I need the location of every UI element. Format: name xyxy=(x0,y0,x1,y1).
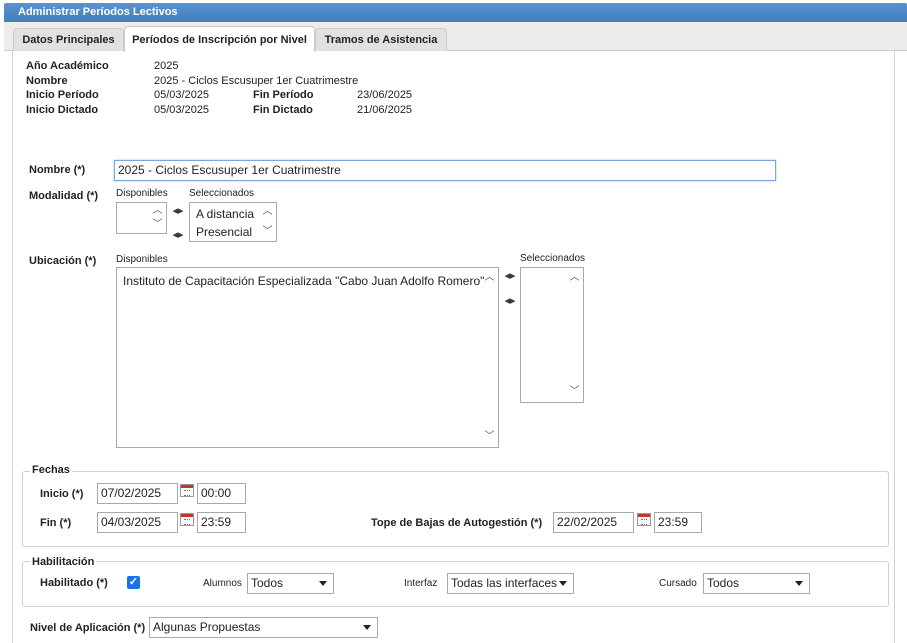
modalidad-disponibles-list[interactable]: ︿ ﹀ xyxy=(116,202,167,234)
scroll-up-icon[interactable]: ︿ xyxy=(149,204,166,218)
chevron-down-icon xyxy=(795,581,803,586)
cursado-select[interactable]: Todos xyxy=(703,573,810,594)
interfaz-select-value: Todas las interfaces xyxy=(451,576,558,590)
fin-periodo-value: 23/06/2025 xyxy=(357,89,413,101)
inicio-time-input[interactable]: 00:00 xyxy=(197,483,246,504)
chevron-down-icon xyxy=(559,581,567,586)
calendar-icon[interactable] xyxy=(180,484,194,497)
modalidad-seleccionados-label: Seleccionados xyxy=(189,188,255,199)
tope-label: Tope de Bajas de Autogestión (*) xyxy=(371,517,543,529)
scroll-up-icon[interactable]: ︿ xyxy=(481,271,498,285)
tab-tramos-asistencia[interactable]: Tramos de Asistencia xyxy=(315,28,447,51)
inicio-periodo-label: Inicio Período xyxy=(26,89,99,101)
fin-date-input[interactable]: 04/03/2025 xyxy=(97,512,178,533)
fin-time-input[interactable]: 23:59 xyxy=(197,512,246,533)
modalidad-disponibles-scrollbar[interactable]: ︿ ﹀ xyxy=(149,203,166,233)
ubicacion-disponibles-label: Disponibles xyxy=(116,254,168,265)
fin-dictado-value: 21/06/2025 xyxy=(357,104,413,116)
interfaz-label: Interfaz xyxy=(404,578,438,589)
scroll-up-icon[interactable]: ︿ xyxy=(566,271,583,285)
tab-periodos-inscripcion[interactable]: Períodos de Inscripción por Nivel xyxy=(124,26,315,52)
ubicacion-seleccionados-list[interactable]: ︿ ﹀ xyxy=(520,267,584,403)
nivel-select[interactable]: Algunas Propuestas xyxy=(149,617,378,638)
list-item[interactable]: Instituto de Capacitación Especializada … xyxy=(117,272,498,290)
habilitado-checkbox[interactable]: ✓ xyxy=(127,576,140,589)
cursado-label: Cursado xyxy=(659,578,697,589)
tope-date-input[interactable]: 22/02/2025 xyxy=(553,512,634,533)
calendar-icon[interactable] xyxy=(180,513,194,526)
fin-dictado-label: Fin Dictado xyxy=(253,104,313,116)
nivel-label: Nivel de Aplicación (*) xyxy=(30,622,146,634)
inicio-date-input[interactable]: 07/02/2025 xyxy=(97,483,178,504)
tope-time-input[interactable]: 23:59 xyxy=(654,512,702,533)
ubicacion-disponibles-list[interactable]: Instituto de Capacitación Especializada … xyxy=(116,267,499,448)
tab-datos-principales[interactable]: Datos Principales xyxy=(13,28,124,51)
fin-periodo-label: Fin Período xyxy=(253,89,314,101)
fin-label: Fin (*) xyxy=(40,517,72,529)
habilitado-label: Habilitado (*) xyxy=(40,577,108,589)
inicio-dictado-value: 05/03/2025 xyxy=(154,104,210,116)
alumnos-label: Alumnos xyxy=(203,578,242,589)
modalidad-disponibles-label: Disponibles xyxy=(116,188,168,199)
arrow-left-icon[interactable]: ◂▸ xyxy=(170,228,186,242)
inicio-dictado-label: Inicio Dictado xyxy=(26,104,99,116)
ubicacion-seleccionados-label: Seleccionados xyxy=(520,253,586,264)
alumnos-select[interactable]: Todos xyxy=(247,573,334,594)
fechas-legend: Fechas xyxy=(30,464,72,476)
arrow-right-icon[interactable]: ◂▸ xyxy=(170,204,186,218)
alumnos-select-value: Todos xyxy=(251,576,284,590)
scroll-up-icon[interactable]: ︿ xyxy=(259,205,276,219)
nombre-label: Nombre (*) xyxy=(29,164,86,176)
nombre-summary-value: 2025 - Ciclos Escusuper 1er Cuatrimestre xyxy=(154,75,359,87)
anio-value: 2025 xyxy=(154,60,179,72)
scroll-down-icon[interactable]: ﹀ xyxy=(481,430,498,444)
modalidad-label: Modalidad (*) xyxy=(29,190,99,202)
ubicacion-disponibles-scrollbar[interactable]: ︿ ﹀ xyxy=(481,268,498,447)
scroll-down-icon[interactable]: ﹀ xyxy=(149,218,166,232)
anio-label: Año Académico xyxy=(26,60,109,72)
interfaz-select[interactable]: Todas las interfaces xyxy=(447,573,574,594)
inicio-periodo-value: 05/03/2025 xyxy=(154,89,210,101)
modalidad-seleccionados-list[interactable]: A distancia Presencial ︿ ﹀ xyxy=(189,202,277,242)
ubicacion-seleccionados-scrollbar[interactable]: ︿ ﹀ xyxy=(566,268,583,402)
cursado-select-value: Todos xyxy=(707,576,740,590)
scroll-down-icon[interactable]: ﹀ xyxy=(259,225,276,239)
ubicacion-label: Ubicación (*) xyxy=(29,255,97,267)
arrow-left-icon[interactable]: ◂▸ xyxy=(502,294,518,308)
arrow-right-icon[interactable]: ◂▸ xyxy=(502,269,518,283)
window-title: Administrar Períodos Lectivos xyxy=(4,3,907,22)
habilitacion-legend: Habilitación xyxy=(30,556,97,568)
modalidad-seleccionados-scrollbar[interactable]: ︿ ﹀ xyxy=(259,203,276,241)
inicio-label: Inicio (*) xyxy=(40,488,84,500)
scroll-down-icon[interactable]: ﹀ xyxy=(566,385,583,399)
calendar-icon[interactable] xyxy=(637,513,651,526)
nombre-summary-label: Nombre xyxy=(26,75,68,87)
nivel-select-value: Algunas Propuestas xyxy=(153,620,261,634)
nombre-input[interactable]: 2025 - Ciclos Escusuper 1er Cuatrimestre xyxy=(114,160,776,181)
chevron-down-icon xyxy=(319,581,327,586)
chevron-down-icon xyxy=(363,625,371,630)
